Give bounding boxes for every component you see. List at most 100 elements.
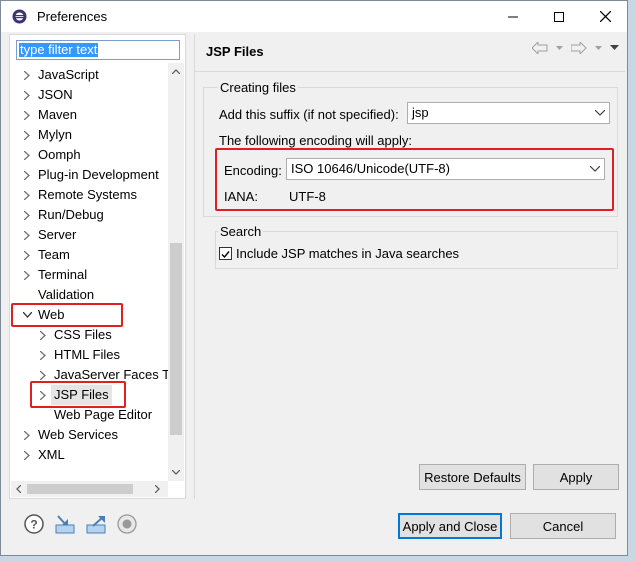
tree-item-label: Mylyn	[38, 127, 72, 142]
expand-right-icon[interactable]	[22, 125, 32, 145]
tree-item-label: Team	[38, 247, 70, 262]
header-separator	[195, 71, 625, 72]
tree-item[interactable]: Mylyn	[10, 125, 168, 145]
jsp-files-page: JSP Files Creating files Add this suffix…	[194, 34, 625, 499]
expand-right-icon[interactable]	[22, 165, 32, 185]
include-jsp-checkbox[interactable]	[219, 247, 232, 260]
tree-item-label: Server	[38, 227, 77, 242]
jsp-files-highlight-box	[30, 381, 126, 408]
tree-item[interactable]: Validation	[10, 285, 168, 305]
help-icon[interactable]: ?	[23, 513, 47, 537]
expand-right-icon[interactable]	[22, 85, 32, 105]
scroll-up-icon[interactable]	[172, 69, 180, 74]
page-navigation	[532, 42, 619, 54]
tree-item[interactable]: XML	[10, 445, 168, 465]
scroll-left-icon[interactable]	[16, 485, 21, 493]
record-icon[interactable]	[116, 513, 140, 537]
tree-item-label: CSS Files	[54, 327, 112, 342]
restore-defaults-button[interactable]: Restore Defaults	[419, 464, 526, 490]
tree-item[interactable]: Terminal	[10, 265, 168, 285]
tree-item[interactable]: JSON	[10, 85, 168, 105]
expand-right-icon[interactable]	[22, 65, 32, 85]
expand-right-icon[interactable]	[22, 425, 32, 445]
page-title: JSP Files	[206, 44, 264, 59]
expand-right-icon[interactable]	[22, 245, 32, 265]
expand-right-icon[interactable]	[22, 185, 32, 205]
tree-item-label: Plug-in Development	[38, 167, 159, 182]
search-label: Search	[218, 224, 264, 239]
suffix-value: jsp	[412, 105, 429, 120]
back-menu-chevron-icon[interactable]	[556, 45, 563, 51]
encoding-highlight-box	[215, 148, 614, 211]
expand-right-icon[interactable]	[38, 325, 48, 345]
scroll-right-icon[interactable]	[155, 485, 160, 493]
tree-item[interactable]: Web Services	[10, 425, 168, 445]
apply-button[interactable]: Apply	[533, 464, 619, 490]
tree-item[interactable]: Server	[10, 225, 168, 245]
apply-and-close-button[interactable]: Apply and Close	[398, 513, 502, 539]
tree-item[interactable]: Maven	[10, 105, 168, 125]
include-jsp-label: Include JSP matches in Java searches	[236, 246, 460, 261]
tree-item-label: Web Page Editor	[54, 407, 153, 422]
tree-item-label: Remote Systems	[38, 187, 137, 202]
tree-vertical-thumb[interactable]	[170, 243, 182, 435]
cancel-button[interactable]: Cancel	[510, 513, 616, 539]
close-button[interactable]	[582, 1, 628, 32]
tree-item[interactable]: Plug-in Development	[10, 165, 168, 185]
suffix-label: Add this suffix (if not specified):	[219, 107, 399, 122]
tree-item-label: Web Services	[38, 427, 118, 442]
expand-right-icon[interactable]	[38, 345, 48, 365]
tree-item[interactable]: Run/Debug	[10, 205, 168, 225]
encoding-note: The following encoding will apply:	[219, 133, 412, 148]
expand-right-icon[interactable]	[22, 145, 32, 165]
tree-item-label: XML	[38, 447, 65, 462]
forward-menu-chevron-icon[interactable]	[595, 45, 602, 51]
maximize-icon	[554, 11, 564, 22]
forward-arrow-icon[interactable]	[571, 42, 587, 54]
expand-right-icon[interactable]	[22, 265, 32, 285]
tree-item-label: Run/Debug	[38, 207, 104, 222]
checkmark-icon	[221, 251, 230, 259]
tree-item-label: HTML Files	[54, 347, 120, 362]
minimize-icon	[508, 16, 518, 17]
back-arrow-icon[interactable]	[532, 42, 548, 54]
window-title: Preferences	[37, 9, 108, 24]
expand-right-icon[interactable]	[22, 205, 32, 225]
eclipse-icon	[12, 9, 27, 24]
tree-item-label: Validation	[38, 287, 95, 302]
filter-text: type filter text	[19, 42, 99, 57]
minimize-button[interactable]	[490, 1, 536, 32]
filter-input[interactable]: type filter text	[16, 40, 180, 60]
tree-item-label: JSON	[38, 87, 73, 102]
web-highlight-box	[11, 303, 123, 327]
tree-item[interactable]: Team	[10, 245, 168, 265]
tree-item[interactable]: CSS Files	[10, 325, 168, 345]
export-icon[interactable]	[85, 513, 109, 537]
close-icon	[599, 11, 611, 22]
tree-item[interactable]: Oomph	[10, 145, 168, 165]
tree-item[interactable]: Remote Systems	[10, 185, 168, 205]
scroll-down-icon[interactable]	[172, 470, 180, 475]
tree-horizontal-thumb[interactable]	[27, 484, 133, 494]
maximize-button[interactable]	[536, 1, 582, 32]
preference-tree-panel: type filter text JavaScript JSON Maven Myly…	[9, 34, 186, 499]
expand-right-icon[interactable]	[22, 105, 32, 125]
tree-item-label: JavaScript	[38, 67, 99, 82]
tree-item[interactable]: Web Page Editor	[10, 405, 168, 425]
tree-item-label: Maven	[38, 107, 78, 122]
title-bar: Preferences	[1, 1, 627, 32]
svg-text:?: ?	[30, 518, 37, 532]
suffix-combo[interactable]: jsp	[407, 102, 610, 124]
tree-vertical-scrollbar[interactable]	[168, 63, 184, 481]
creating-files-label: Creating files	[218, 80, 298, 95]
chevron-down-icon	[595, 110, 605, 116]
import-icon[interactable]	[54, 513, 78, 537]
view-menu-icon[interactable]	[610, 45, 619, 51]
tree-item[interactable]: JavaScript	[10, 65, 168, 85]
preferences-window: Preferences type filter text JavaScript J…	[0, 0, 628, 556]
expand-right-icon[interactable]	[22, 445, 32, 465]
tree-horizontal-scrollbar[interactable]	[11, 481, 168, 497]
tree-item[interactable]: HTML Files	[10, 345, 168, 365]
expand-right-icon[interactable]	[22, 225, 32, 245]
tree-item-label: Terminal	[38, 267, 88, 282]
